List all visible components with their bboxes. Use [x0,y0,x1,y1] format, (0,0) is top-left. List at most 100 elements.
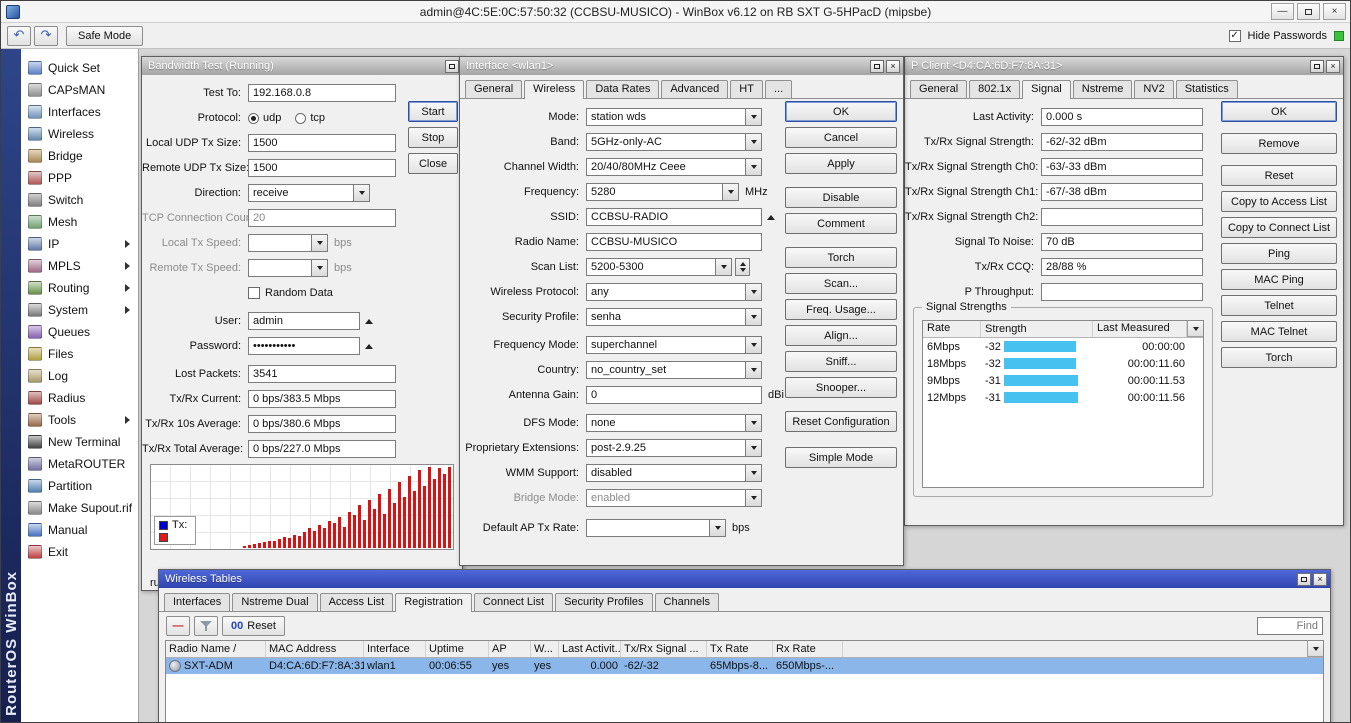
reset-button[interactable]: Reset [1221,165,1337,186]
sidebar-item-log[interactable]: Log [21,365,138,387]
antenna-gain-field[interactable]: 0 [586,386,762,404]
sidebar-item-mesh[interactable]: Mesh [21,211,138,233]
tab-registration[interactable]: Registration [395,593,472,612]
reset-configuration-button[interactable]: Reset Configuration [785,411,897,432]
comment-button[interactable]: Comment [785,213,897,234]
sidebar-item-partition[interactable]: Partition [21,475,138,497]
find-input[interactable] [1257,617,1323,635]
tab-8021x[interactable]: 802.1x [969,80,1021,98]
close-button[interactable]: × [1313,572,1327,586]
mac-address-column-header[interactable]: MAC Address [266,641,364,657]
redo-button[interactable]: ↷ [34,25,58,46]
sidebar-item-ppp[interactable]: PPP [21,167,138,189]
sidebar-item-make-supout[interactable]: Make Supout.rif [21,497,138,519]
collapse-up-icon[interactable] [365,343,373,349]
ping-button[interactable]: Ping [1221,243,1337,264]
maximize-button[interactable] [1297,572,1311,586]
chevron-down-icon[interactable] [723,183,739,201]
chevron-down-icon[interactable] [746,158,762,176]
sidebar-item-wireless[interactable]: Wireless [21,123,138,145]
scan-button[interactable]: Scan... [785,273,897,294]
table-row[interactable]: 9Mbps -31 00:00:11.53 [923,372,1203,389]
reset-counters-button[interactable]: 00 Reset [222,616,285,636]
chevron-down-icon[interactable] [746,336,762,354]
sidebar-item-system[interactable]: System [21,299,138,321]
protocol-udp-radio[interactable] [248,112,259,124]
last-measured-column-header[interactable]: Last Measured [1093,321,1187,337]
table-row[interactable]: SXT-ADM D4:CA:6D:F7:8A:31 wlan1 00:06:55… [166,658,1323,674]
wireless-tables-titlebar[interactable]: Wireless Tables × [159,570,1330,588]
uptime-column-header[interactable]: Uptime [426,641,489,657]
tab-nv2[interactable]: NV2 [1134,80,1174,98]
snooper-button[interactable]: Snooper... [785,377,897,398]
sniff-button[interactable]: Sniff... [785,351,897,372]
last-activity-column-header[interactable]: Last Activit... [559,641,621,657]
mac-telnet-button[interactable]: MAC Telnet [1221,321,1337,342]
random-data-checkbox[interactable] [248,287,260,299]
wireless-protocol-select[interactable]: any [586,283,746,301]
column-select-button[interactable] [1187,321,1203,337]
disable-button[interactable]: Disable [785,187,897,208]
tx-rate-column-header[interactable]: Tx Rate [707,641,773,657]
column-select-button[interactable] [1307,641,1323,657]
filter-button[interactable] [194,616,218,636]
collapse-up-icon[interactable] [767,214,775,220]
sidebar-item-tools[interactable]: Tools [21,409,138,431]
hide-passwords-checkbox[interactable]: ✓ [1228,29,1241,42]
country-select[interactable]: no_country_set [586,361,746,379]
chevron-down-icon[interactable] [746,439,762,457]
main-titlebar[interactable]: admin@4C:5E:0C:57:50:32 (CCBSU-MUSICO) -… [1,1,1350,23]
collapse-up-icon[interactable] [365,318,373,324]
scan-list-select[interactable]: 5200-5300 [586,258,716,276]
copy-to-connect-list-button[interactable]: Copy to Connect List [1221,217,1337,238]
chevron-down-icon[interactable] [746,108,762,126]
ap-client-titlebar[interactable]: P Client <D4:CA:6D:F7:8A:31> × [905,57,1343,75]
sidebar-item-bridge[interactable]: Bridge [21,145,138,167]
mode-select[interactable]: station wds [586,108,746,126]
apply-button[interactable]: Apply [785,153,897,174]
stop-button[interactable]: Stop [408,127,458,148]
ok-button[interactable]: OK [1221,101,1337,122]
strength-column-header[interactable]: Strength [981,321,1093,337]
tab-connect-list[interactable]: Connect List [473,593,554,611]
security-profile-select[interactable]: senha [586,308,746,326]
direction-select[interactable]: receive [248,184,354,202]
sidebar-item-new-terminal[interactable]: New Terminal [21,431,138,453]
ap-column-header[interactable]: AP [489,641,531,657]
close-button[interactable]: Close [408,153,458,174]
table-row[interactable]: 18Mbps -32 00:00:11.60 [923,355,1203,372]
sidebar-item-files[interactable]: Files [21,343,138,365]
remove-button[interactable]: Remove [1221,133,1337,154]
tab-security-profiles[interactable]: Security Profiles [555,593,653,611]
table-row[interactable]: 12Mbps -31 00:00:11.56 [923,389,1203,406]
undo-button[interactable]: ↶ [7,25,31,46]
proprietary-extensions-select[interactable]: post-2.9.25 [586,439,746,457]
tab-nstreme[interactable]: Nstreme [1072,80,1133,98]
tab-general[interactable]: General [465,80,523,98]
frequency-select[interactable]: 5280 [586,183,723,201]
maximize-button[interactable] [1297,3,1320,20]
minimize-button[interactable]: — [1271,3,1294,20]
tab-general[interactable]: General [910,80,968,98]
protocol-tcp-radio[interactable] [295,112,307,124]
sidebar-item-ip[interactable]: IP [21,233,138,255]
chevron-down-icon[interactable] [746,464,762,482]
copy-to-access-list-button[interactable]: Copy to Access List [1221,191,1337,212]
test-to-field[interactable]: 192.168.0.8 [248,84,396,102]
torch-button[interactable]: Torch [1221,347,1337,368]
sidebar-item-switch[interactable]: Switch [21,189,138,211]
sidebar-item-interfaces[interactable]: Interfaces [21,101,138,123]
sidebar-item-exit[interactable]: Exit [21,541,138,563]
chevron-down-icon[interactable] [716,258,732,276]
tab-access-list[interactable]: Access List [319,593,394,611]
mac-ping-button[interactable]: MAC Ping [1221,269,1337,290]
channel-width-select[interactable]: 20/40/80MHz Ceee [586,158,746,176]
maximize-button[interactable] [1310,59,1324,73]
sidebar-item-routing[interactable]: Routing [21,277,138,299]
tab-ht[interactable]: HT [730,80,763,98]
chevron-down-icon[interactable] [746,361,762,379]
table-row[interactable]: 6Mbps -32 00:00:00 [923,338,1203,355]
ssid-field[interactable]: CCBSU-RADIO [586,208,762,226]
chevron-down-icon[interactable] [746,283,762,301]
local-udp-tx-size-field[interactable]: 1500 [248,134,396,152]
